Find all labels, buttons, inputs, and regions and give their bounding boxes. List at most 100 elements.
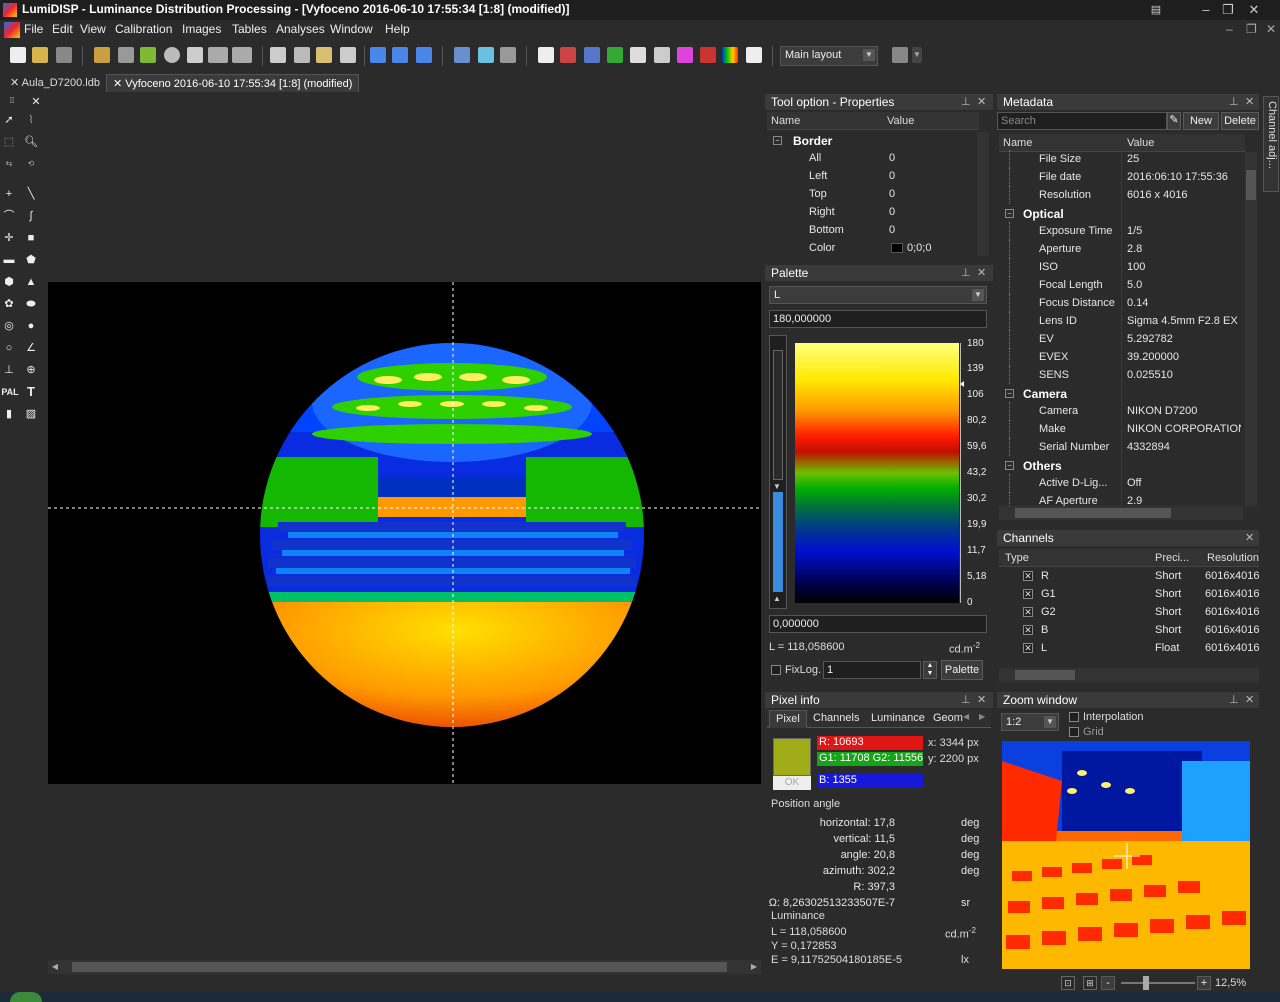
cascade-windows-icon[interactable] — [370, 47, 386, 63]
menu-window[interactable]: Window — [330, 22, 373, 36]
canvas-horizontal-scrollbar[interactable]: ◀ ▶ — [48, 960, 761, 974]
chart-icon[interactable] — [500, 47, 516, 63]
channel-row[interactable]: ✕ R Short 6016x4016 — [999, 567, 1259, 585]
menu-file[interactable]: File — [24, 22, 43, 36]
blob-tool-icon[interactable]: ✿ — [1, 296, 17, 312]
mdi-close-button[interactable]: ✕ — [1266, 22, 1276, 36]
metadata-row[interactable]: Aperture 2.8 — [999, 240, 1243, 258]
pal-tool[interactable]: PAL — [0, 384, 20, 400]
property-row[interactable]: Top 0 — [767, 185, 979, 203]
metadata-value[interactable]: NIKON CORPORATION — [1127, 423, 1241, 435]
pin-icon[interactable]: ⊥ — [961, 266, 971, 279]
ring-tool-icon[interactable]: ◎ — [1, 318, 17, 334]
pointer-tool-icon[interactable] — [538, 47, 554, 63]
interpolation-checkbox[interactable] — [1069, 712, 1079, 722]
open-folder-icon[interactable] — [94, 47, 110, 63]
metadata-row[interactable]: EV 5.292782 — [999, 330, 1243, 348]
line-tool-icon[interactable]: ╲ — [23, 186, 39, 202]
zoom-in-button[interactable]: + — [1197, 976, 1211, 990]
channel-visibility-checkbox[interactable]: ✕ — [1023, 643, 1033, 653]
zoom-slider-thumb[interactable] — [1143, 976, 1149, 990]
scrollbar-thumb[interactable] — [1015, 670, 1075, 680]
polyline-tool-icon[interactable]: ⌒ — [1, 208, 17, 224]
merge-icon[interactable] — [232, 47, 252, 63]
metadata-horizontal-scrollbar[interactable] — [999, 506, 1243, 520]
color-swatch[interactable] — [891, 243, 903, 253]
metadata-row[interactable]: SENS 0.025510 — [999, 366, 1243, 384]
metadata-value[interactable]: 39.200000 — [1127, 351, 1241, 363]
palette-max-input[interactable]: 180,000000 — [769, 310, 987, 328]
histogram-icon[interactable] — [454, 47, 470, 63]
save-layout-icon[interactable] — [892, 47, 908, 63]
close-icon[interactable]: ✕ — [1245, 693, 1254, 706]
scroll-right-icon[interactable]: ▶ — [747, 960, 761, 974]
palette-channel-select[interactable]: L ▼ — [769, 286, 987, 304]
angle-tool-icon[interactable]: ∠ — [23, 340, 39, 356]
start-button[interactable] — [10, 992, 42, 1002]
lens-icon[interactable] — [164, 47, 180, 63]
arrow-tool-icon[interactable]: ➚ — [1, 112, 17, 128]
menu-help[interactable]: Help — [385, 22, 410, 36]
metadata-value[interactable]: 4332894 — [1127, 441, 1241, 453]
fisheye-luminance-image[interactable] — [48, 282, 761, 784]
property-value[interactable]: 0 — [889, 170, 895, 182]
channel-visibility-checkbox[interactable]: ✕ — [1023, 607, 1033, 617]
rect-select-icon[interactable]: ⬚ — [1, 134, 17, 150]
palette-min-input[interactable]: 0,000000 — [769, 615, 987, 633]
maximize-button[interactable]: ❐ — [1216, 0, 1240, 20]
tab-scroll-left-icon[interactable]: ◀ — [963, 712, 969, 721]
group-row-border[interactable]: − Border — [767, 131, 979, 149]
metadata-row[interactable]: Camera NIKON D7200 — [999, 402, 1243, 420]
square-tool-icon[interactable]: ■ — [23, 230, 39, 246]
convert-icon[interactable] — [208, 47, 228, 63]
close-icon[interactable]: ✕ — [113, 78, 122, 90]
metadata-value[interactable]: Sigma 4.5mm F2.8 EX D — [1127, 315, 1241, 327]
mask-tool-icon[interactable] — [607, 47, 623, 63]
fixlog-stepper[interactable]: ▲ ▼ — [923, 661, 937, 679]
property-row[interactable]: Left 0 — [767, 167, 979, 185]
layout-menu-icon[interactable]: ▼ — [912, 47, 922, 63]
circle-tool-icon[interactable]: ● — [23, 318, 39, 334]
pin-icon[interactable]: ⊥ — [961, 95, 971, 108]
channel-row[interactable]: ✕ B Short 6016x4016 — [999, 621, 1259, 639]
grip-icon[interactable]: ⁞⁞ — [2, 96, 22, 106]
zoom-tool-icon[interactable]: 🔍︎ — [23, 134, 39, 150]
channel-visibility-checkbox[interactable]: ✕ — [1023, 589, 1033, 599]
close-icon[interactable]: ✕ — [977, 693, 986, 706]
collapse-icon[interactable]: − — [1005, 389, 1014, 398]
bar-chart-tool-icon[interactable]: ▮ — [1, 406, 17, 422]
layout-icon[interactable]: ▤ — [1144, 0, 1168, 20]
menu-tables[interactable]: Tables — [232, 22, 267, 36]
record-icon[interactable] — [700, 47, 716, 63]
tile-horizontal-icon[interactable] — [392, 47, 408, 63]
image-canvas[interactable] — [48, 282, 761, 784]
scrollbar-thumb[interactable] — [1015, 508, 1171, 518]
property-row[interactable]: Right 0 — [767, 203, 979, 221]
properties-scrollbar[interactable] — [977, 132, 989, 256]
property-value[interactable]: 0 — [889, 206, 895, 218]
tab-aula-database[interactable]: ✕ Aula_D7200.ldb — [4, 74, 106, 92]
grid-tool-icon[interactable] — [630, 47, 646, 63]
property-value[interactable]: 0 — [889, 188, 895, 200]
ellipse-tool-icon[interactable]: ⬬ — [23, 296, 39, 312]
channel-row[interactable]: ✕ G1 Short 6016x4016 — [999, 585, 1259, 603]
channel-row[interactable]: ✕ G2 Short 6016x4016 — [999, 603, 1259, 621]
metadata-row[interactable]: File date 2016:06:10 17:55:36 — [999, 168, 1243, 186]
grid-checkbox[interactable] — [1069, 727, 1079, 737]
metadata-row[interactable]: AF Aperture 2.9 — [999, 492, 1243, 506]
tab-channels[interactable]: Channels — [813, 712, 859, 724]
metadata-row[interactable]: File Size 25 — [999, 150, 1243, 168]
probe-icon[interactable] — [746, 47, 762, 63]
axes-tool-icon[interactable]: ⊥ — [1, 362, 17, 378]
cross-tool-icon[interactable]: ✛ — [1, 230, 17, 246]
pick-tool-icon[interactable] — [560, 47, 576, 63]
metadata-row[interactable]: Resolution 6016 x 4016 — [999, 186, 1243, 204]
polygon-tool-icon[interactable]: ⬢ — [1, 274, 17, 290]
tab-luminance[interactable]: Luminance — [871, 712, 925, 724]
metadata-value[interactable]: 0.025510 — [1127, 369, 1241, 381]
pin-icon[interactable]: ⊥ — [1229, 95, 1239, 108]
fixlog-input[interactable]: 1 — [823, 661, 921, 679]
tab-pixel[interactable]: Pixel — [769, 710, 807, 728]
close-icon[interactable]: ✕ — [977, 266, 986, 279]
camera-icon[interactable] — [118, 47, 134, 63]
